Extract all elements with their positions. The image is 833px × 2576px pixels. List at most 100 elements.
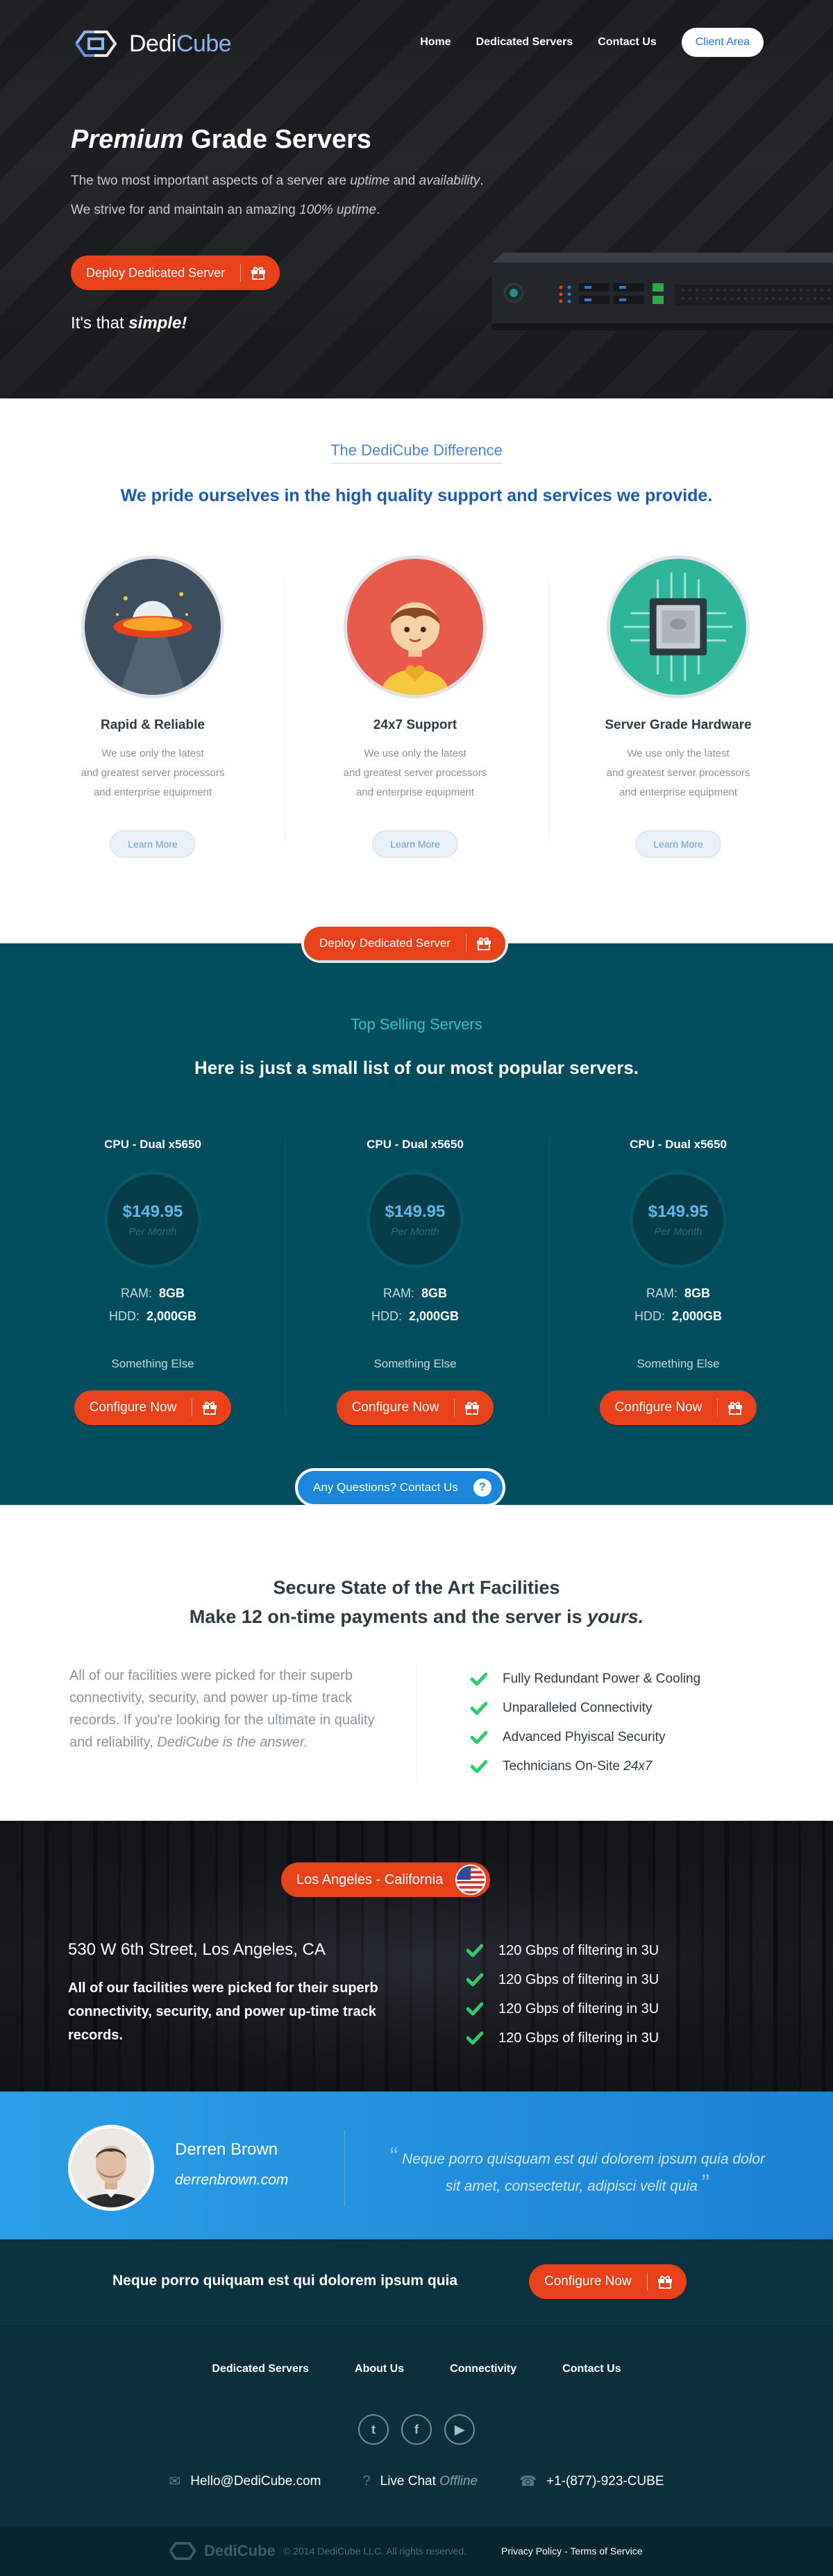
learn-more-button[interactable]: Learn More bbox=[372, 830, 458, 858]
plan-period: Per Month bbox=[391, 1226, 439, 1238]
brand-logo[interactable]: DediCube bbox=[69, 26, 232, 61]
cta-strip: Neque porro quiquam est qui dolorem ipsu… bbox=[0, 2239, 833, 2323]
checklist-item: Unparalleled Connectivity bbox=[471, 1694, 700, 1723]
checklist-item: 120 Gbps of filtering in 3U bbox=[466, 1936, 659, 1965]
configure-now-button[interactable]: Configure Now bbox=[74, 1390, 232, 1425]
plan-extra: Something Else bbox=[373, 1357, 457, 1370]
gift-icon bbox=[476, 937, 491, 950]
testimonial-name: Derren Brown bbox=[175, 2140, 278, 2159]
server-plan-card: CPU - Dual x5650 $149.95 Per Month RAM: … bbox=[311, 1138, 519, 1425]
nav-dedicated-servers-link[interactable]: Dedicated Servers bbox=[476, 36, 573, 49]
cube-logo-icon bbox=[75, 31, 117, 57]
cpu-chip-icon bbox=[610, 559, 746, 695]
location-badge[interactable]: Los Angeles - California bbox=[281, 1862, 491, 1897]
footer-bottom-bar: DediCube © 2014 DediCube LLC. All rights… bbox=[0, 2527, 833, 2576]
top-selling-section: Deploy Dedicated Server Top Selling Serv… bbox=[0, 924, 833, 1507]
privacy-policy-link[interactable]: Privacy Policy bbox=[501, 2545, 562, 2557]
ufo-icon bbox=[85, 559, 221, 695]
check-icon bbox=[471, 1731, 487, 1744]
footer-link-about[interactable]: About Us bbox=[355, 2363, 404, 2375]
plan-period: Per Month bbox=[128, 1226, 177, 1238]
deploy-server-button[interactable]: Deploy Dedicated Server bbox=[301, 924, 508, 963]
plan-ram: RAM: 8GB bbox=[120, 1286, 185, 1300]
feature-title: 24x7 Support bbox=[373, 718, 457, 732]
footer-link-dedicated-servers[interactable]: Dedicated Servers bbox=[212, 2363, 309, 2375]
learn-more-button[interactable]: Learn More bbox=[635, 830, 721, 858]
configure-now-button[interactable]: Configure Now bbox=[599, 1390, 757, 1425]
checklist-item: 120 Gbps of filtering in 3U bbox=[466, 1965, 659, 1994]
check-icon bbox=[466, 1944, 483, 1958]
facebook-icon[interactable]: f bbox=[401, 2414, 432, 2445]
copyright: © 2014 DediCube LLC. All rights reserved… bbox=[283, 2545, 467, 2557]
brand-name-second: Cube bbox=[176, 30, 232, 57]
email-contact[interactable]: ✉ Hello@DediCube.com bbox=[169, 2473, 321, 2490]
footer-logo[interactable]: DediCube bbox=[167, 2540, 276, 2562]
deploy-server-label: Deploy Dedicated Server bbox=[319, 936, 451, 950]
plan-hdd: HDD: 2,000GB bbox=[634, 1309, 723, 1323]
configure-now-button[interactable]: Configure Now bbox=[336, 1390, 494, 1425]
nav-home-link[interactable]: Home bbox=[420, 36, 451, 49]
feature-title: Rapid & Reliable bbox=[101, 718, 205, 732]
contact-info: ✉ Hello@DediCube.com ? Live Chat Offline ☎… bbox=[0, 2473, 833, 2490]
footer-nav: Dedicated Servers About Us Connectivity … bbox=[0, 2363, 833, 2375]
support-person-icon bbox=[347, 559, 483, 695]
gift-icon bbox=[657, 2275, 672, 2289]
checklist-item: 120 Gbps of filtering in 3U bbox=[466, 2023, 659, 2053]
envelope-icon: ✉ bbox=[169, 2474, 181, 2489]
gift-icon bbox=[203, 1401, 217, 1415]
datacenter-paragraph: All of our facilities were picked for th… bbox=[68, 1980, 378, 2043]
learn-more-button[interactable]: Learn More bbox=[110, 830, 196, 858]
check-icon bbox=[471, 1672, 487, 1686]
top-navigation: DediCube Home Dedicated Servers Contact … bbox=[0, 21, 833, 65]
facilities-checklist: Fully Redundant Power & Cooling Unparall… bbox=[471, 1665, 700, 1781]
plan-cpu: CPU - Dual x5650 bbox=[630, 1138, 727, 1151]
avatar bbox=[68, 2125, 154, 2211]
terms-link[interactable]: Terms of Service bbox=[570, 2545, 642, 2557]
server-plan-card: CPU - Dual x5650 $149.95 Per Month RAM: … bbox=[49, 1138, 257, 1425]
footer-link-connectivity[interactable]: Connectivity bbox=[450, 2363, 516, 2375]
datacenter-checklist: 120 Gbps of filtering in 3U 120 Gbps of … bbox=[466, 1936, 659, 2053]
live-chat-contact[interactable]: ? Live Chat Offline bbox=[363, 2473, 478, 2490]
feature-card-rapid: Rapid & Reliable We use only the latest a… bbox=[49, 555, 257, 858]
checklist-item: 120 Gbps of filtering in 3U bbox=[466, 1994, 659, 2023]
feature-card-support: 24x7 Support We use only the latest and g… bbox=[311, 555, 519, 858]
check-icon bbox=[466, 2002, 483, 2016]
plan-extra: Something Else bbox=[111, 1357, 194, 1370]
price-badge: $149.95 Per Month bbox=[367, 1171, 464, 1268]
nav-contact-link[interactable]: Contact Us bbox=[598, 36, 656, 49]
plan-price: $149.95 bbox=[648, 1202, 709, 1221]
configure-now-button[interactable]: Configure Now bbox=[529, 2264, 687, 2299]
check-icon bbox=[471, 1701, 487, 1715]
plan-ram: RAM: 8GB bbox=[646, 1286, 711, 1300]
main-nav: Home Dedicated Servers Contact Us Client… bbox=[420, 28, 764, 57]
contact-us-label: Any Questions? Contact Us bbox=[313, 1481, 458, 1494]
plan-cpu: CPU - Dual x5650 bbox=[367, 1138, 464, 1151]
plan-price: $149.95 bbox=[122, 1202, 183, 1221]
testimonial-website[interactable]: derrenbrown.com bbox=[175, 2172, 288, 2189]
plan-ram: RAM: 8GB bbox=[382, 1286, 448, 1300]
server-plan-card: CPU - Dual x5650 $149.95 Per Month RAM: … bbox=[574, 1138, 782, 1425]
facilities-section: Secure State of the Art Facilities Make … bbox=[0, 1505, 833, 1821]
person-photo-icon bbox=[71, 2128, 151, 2207]
location-label: Los Angeles - California bbox=[296, 1871, 444, 1887]
server-rack-illustration bbox=[491, 253, 833, 330]
feature-title: Server Grade Hardware bbox=[605, 718, 752, 732]
feature-card-hardware: Server Grade Hardware We use only the la… bbox=[574, 555, 782, 858]
gift-icon bbox=[728, 1401, 743, 1415]
price-badge: $149.95 Per Month bbox=[104, 1171, 201, 1268]
footer-link-contact[interactable]: Contact Us bbox=[562, 2363, 621, 2375]
top-selling-headline: Here is just a small list of our most po… bbox=[194, 1057, 639, 1078]
check-icon bbox=[466, 1973, 483, 1987]
datacenter-section: Los Angeles - California 530 W 6th Stree… bbox=[0, 1821, 833, 2091]
youtube-icon[interactable]: ▶ bbox=[444, 2414, 475, 2445]
hero-title: Premium Grade Servers bbox=[71, 125, 372, 154]
hero-tagline: It's that simple! bbox=[71, 314, 187, 332]
twitter-icon[interactable]: t bbox=[358, 2414, 389, 2445]
feature-description: We use only the latest and greatest serve… bbox=[343, 748, 487, 798]
contact-us-button[interactable]: Any Questions? Contact Us ? bbox=[295, 1468, 505, 1507]
plan-cpu: CPU - Dual x5650 bbox=[104, 1138, 201, 1151]
client-area-button[interactable]: Client Area bbox=[681, 28, 764, 57]
hero-deploy-button[interactable]: Deploy Dedicated Server bbox=[71, 255, 280, 290]
phone-contact[interactable]: ☎ +1-(877)-923-CUBE bbox=[519, 2473, 664, 2490]
facilities-heading: Secure State of the Art Facilities bbox=[273, 1577, 560, 1598]
